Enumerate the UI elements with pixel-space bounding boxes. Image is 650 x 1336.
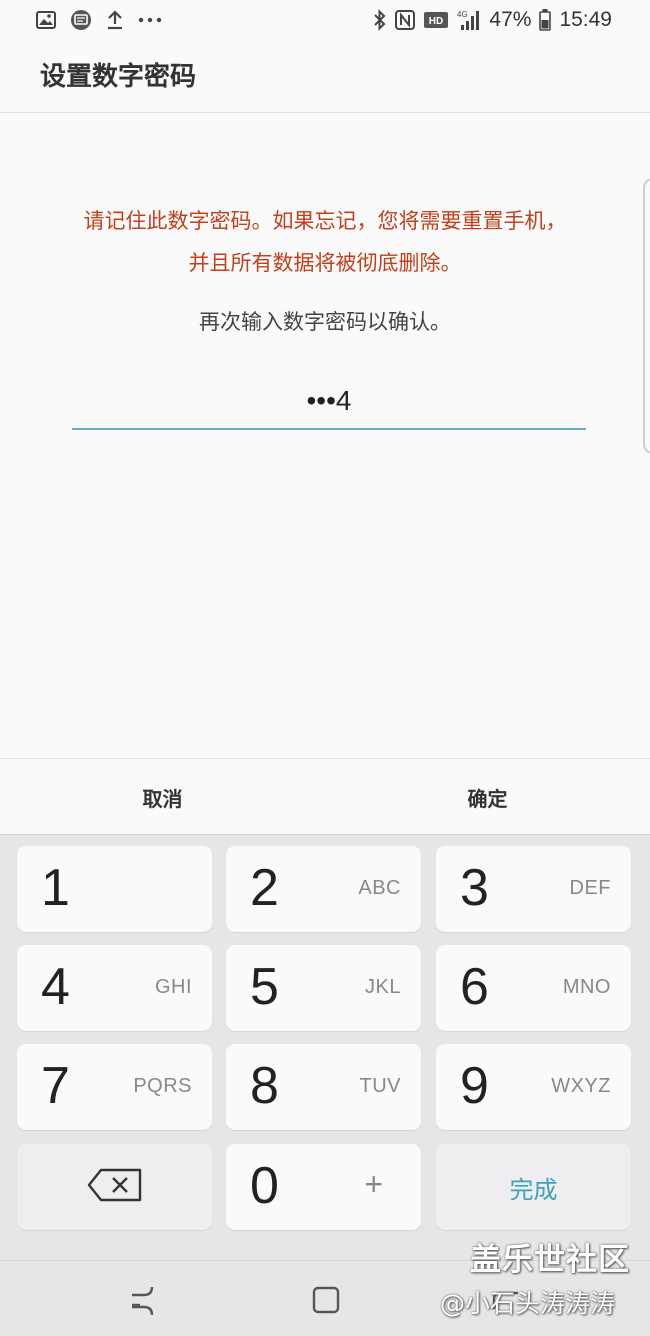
key-5[interactable]: 5 JKL xyxy=(226,945,421,1031)
backspace-icon xyxy=(87,1168,143,1206)
warning-line-2: 并且所有数据将被彻底删除。 xyxy=(188,251,462,275)
key-digit: 1 xyxy=(41,859,70,917)
pin-input[interactable]: •••4 xyxy=(72,378,586,430)
key-letters: TUV xyxy=(359,1075,401,1097)
cancel-button[interactable]: 取消 xyxy=(0,759,325,836)
key-letters: WXYZ xyxy=(551,1075,611,1097)
network-label: 4G xyxy=(457,10,468,19)
key-0[interactable]: 0 + xyxy=(226,1144,421,1230)
status-left xyxy=(36,9,162,31)
battery-icon xyxy=(539,9,552,31)
key-letters: GHI xyxy=(154,976,192,998)
key-digit: 9 xyxy=(460,1057,489,1115)
key-digit: 5 xyxy=(250,958,279,1016)
done-label: 完成 xyxy=(509,1175,558,1204)
battery-percent: 47% xyxy=(489,8,532,31)
action-bar: 取消 确定 xyxy=(0,758,650,835)
key-4[interactable]: 4 GHI xyxy=(17,945,212,1031)
key-1[interactable]: 1 xyxy=(17,846,212,932)
key-digit: 8 xyxy=(250,1057,279,1115)
key-digit: 0 xyxy=(250,1157,279,1215)
done-key[interactable]: 完成 xyxy=(436,1144,631,1230)
key-6[interactable]: 6 MNO xyxy=(436,945,631,1031)
key-digit: 2 xyxy=(250,859,279,917)
key-letters: JKL xyxy=(365,976,401,998)
key-digit: 6 xyxy=(460,958,489,1016)
nfc-icon xyxy=(395,9,416,31)
recent-apps-icon xyxy=(132,1286,154,1316)
key-9[interactable]: 9 WXYZ xyxy=(436,1044,631,1130)
key-digit: 3 xyxy=(460,859,489,917)
key-letters: MNO xyxy=(562,976,611,998)
home-button[interactable] xyxy=(306,1283,346,1319)
hd-voice-icon: HD xyxy=(423,9,449,31)
edge-panel-handle[interactable] xyxy=(643,178,650,454)
cast-icon xyxy=(70,9,92,31)
bluetooth-icon xyxy=(373,9,387,31)
recent-apps-button[interactable] xyxy=(124,1283,164,1319)
key-letters: DEF xyxy=(569,877,611,899)
more-icon xyxy=(138,9,162,31)
key-3[interactable]: 3 DEF xyxy=(436,846,631,932)
signal-icon: 4G xyxy=(457,9,481,31)
backspace-key[interactable] xyxy=(17,1144,212,1230)
numeric-keypad: 1 2 ABC 3 DEF 4 GHI 5 JKL 6 MNO 7 PQRS 8… xyxy=(0,835,650,1260)
key-letters: ABC xyxy=(358,877,401,899)
page-title: 设置数字密码 xyxy=(40,62,197,92)
watermark-site: 盖乐世社区 xyxy=(470,1242,630,1278)
clock: 15:49 xyxy=(559,8,612,31)
title-bar: 设置数字密码 xyxy=(0,40,650,113)
gallery-icon xyxy=(36,9,56,31)
key-7[interactable]: 7 PQRS xyxy=(17,1044,212,1130)
key-8[interactable]: 8 TUV xyxy=(226,1044,421,1130)
key-letters: PQRS xyxy=(133,1075,192,1097)
key-2[interactable]: 2 ABC xyxy=(226,846,421,932)
key-digit: 7 xyxy=(41,1057,70,1115)
key-plus: + xyxy=(364,1166,383,1202)
confirm-prompt: 再次输入数字密码以确认。 xyxy=(199,310,451,334)
confirm-button[interactable]: 确定 xyxy=(325,759,650,836)
warning-line-1: 请记住此数字密码。如果忘记，您将需要重置手机， xyxy=(83,209,567,233)
warning-message: 请记住此数字密码。如果忘记，您将需要重置手机， 并且所有数据将被彻底删除。 xyxy=(0,200,650,284)
watermark-author: @小石头涛涛涛 xyxy=(440,1289,616,1318)
key-digit: 4 xyxy=(41,958,70,1016)
home-icon xyxy=(312,1286,340,1314)
upload-icon xyxy=(106,9,124,31)
hd-label: HD xyxy=(429,16,443,27)
status-right: HD 4G 47% 15:49 xyxy=(373,8,612,32)
status-bar: HD 4G 47% 15:49 xyxy=(0,0,650,40)
